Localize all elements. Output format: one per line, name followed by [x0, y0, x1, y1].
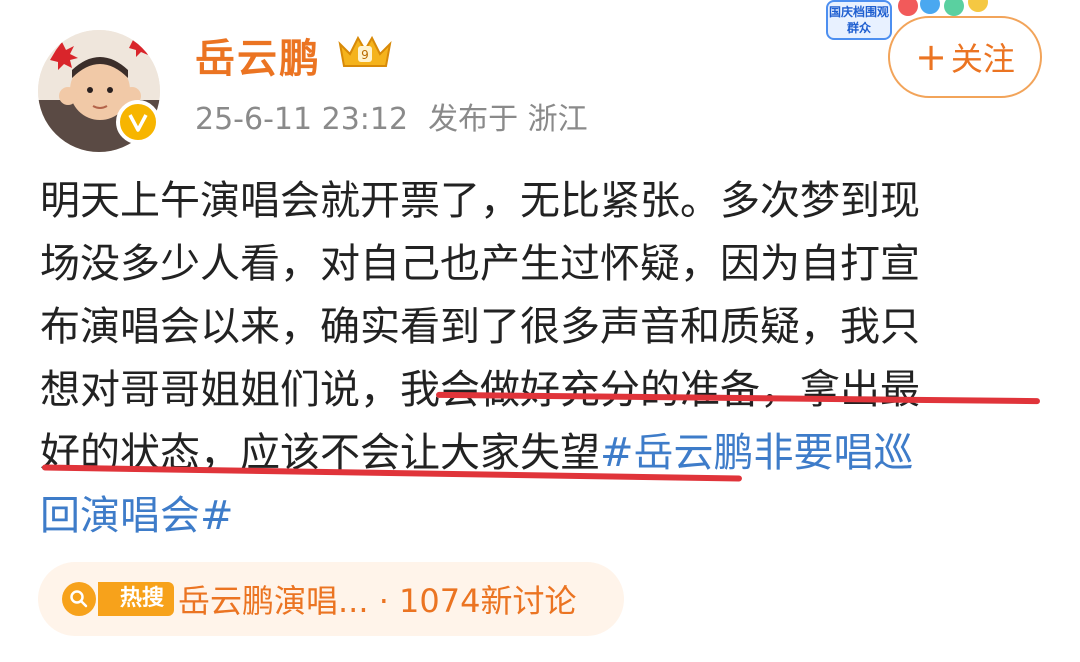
post-meta: 25-6-11 23:12 发布于 浙江 [195, 94, 588, 138]
verified-icon [116, 100, 160, 144]
post-text: 明天上午演唱会就开票了，无比紧张。多次梦到现 场没多少人看，对自己也产生过怀疑，… [40, 170, 1050, 548]
post-line: 明天上午演唱会就开票了，无比紧张。多次梦到现 [40, 178, 920, 224]
post-location: 发布于 浙江 [428, 102, 588, 137]
vip-level: 9 [361, 48, 369, 62]
post-text-segment: 想对哥哥姐姐们说， [40, 367, 400, 413]
follow-button[interactable]: + 关注 [888, 16, 1042, 98]
separator: · [368, 582, 400, 620]
highlighted-text: 我会做好充分的准备，拿出最 [400, 367, 920, 413]
event-sticker: 国庆档围观群众 [826, 0, 892, 40]
hashtag-link[interactable]: 回演唱会# [40, 493, 234, 539]
search-icon [62, 582, 96, 616]
hot-search-text: 岳云鹏演唱... · 1074新讨论 [178, 576, 577, 622]
post-line: 回演唱会# [40, 485, 1050, 548]
follow-button-label: 关注 [950, 40, 1015, 78]
hot-search-topic: 岳云鹏演唱... [178, 582, 369, 620]
post-line: 场没多少人看，对自己也产生过怀疑，因为自打宣 [40, 241, 920, 287]
post-timestamp: 25-6-11 23:12 [195, 102, 409, 137]
username[interactable]: 岳云鹏 [195, 26, 321, 84]
hot-search-badge: 热搜 [98, 582, 175, 616]
discussion-count: 1074新讨论 [399, 582, 577, 620]
plus-icon: + [915, 35, 947, 79]
vip-crown-icon: 9 [336, 32, 394, 78]
hot-search-link[interactable]: 热搜 岳云鹏演唱... · 1074新讨论 [38, 562, 624, 636]
post-line: 想对哥哥姐姐们说，我会做好充分的准备，拿出最 [40, 359, 1050, 422]
hashtag-link[interactable]: #岳云鹏非要唱巡 [600, 430, 914, 476]
post-line: 布演唱会以来，确实看到了很多声音和质疑，我只 [40, 304, 920, 350]
